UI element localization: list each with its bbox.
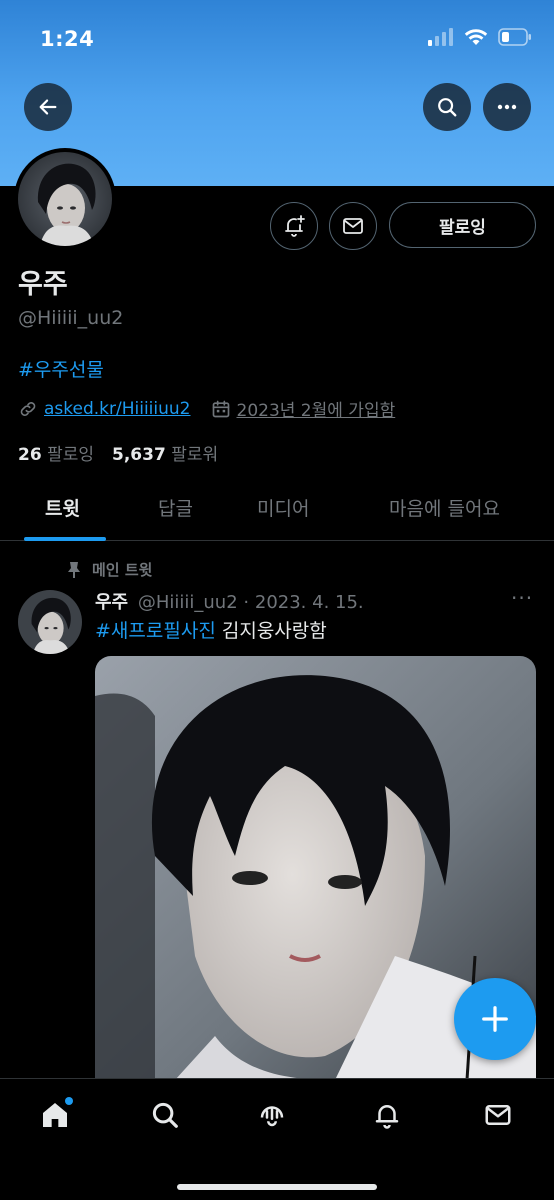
- profile-meta: asked.kr/Hiiiiiuu2 2023년 2월에 가입함: [18, 396, 395, 421]
- pinned-label: 메인 트윗: [92, 561, 153, 579]
- status-bar: 1:24: [0, 0, 554, 80]
- notification-subscribe-button[interactable]: [270, 202, 318, 250]
- bio-hashtag[interactable]: #우주선물: [18, 355, 104, 382]
- nav-spaces[interactable]: [252, 1095, 292, 1135]
- plus-icon: [482, 1006, 508, 1032]
- tab-replies[interactable]: 답글: [158, 494, 193, 521]
- bell-plus-icon: [285, 215, 305, 237]
- search-icon: [152, 1102, 178, 1128]
- home-notification-dot: [65, 1097, 73, 1105]
- spaces-icon: [260, 1106, 284, 1127]
- following-button[interactable]: 팔로잉: [389, 202, 536, 248]
- calendar-icon: [212, 400, 229, 417]
- tab-likes[interactable]: 마음에 들어요: [389, 494, 500, 521]
- follow-stats: 26 팔로잉 5,637 팔로워: [18, 440, 218, 465]
- followers-stat[interactable]: 5,637 팔로워: [112, 440, 218, 465]
- pin-icon: [68, 561, 80, 578]
- status-icons: [428, 28, 532, 46]
- back-arrow-icon: [39, 99, 57, 115]
- envelope-icon: [485, 1105, 511, 1125]
- followers-label: 팔로워: [171, 445, 219, 465]
- more-icon: [497, 104, 517, 110]
- nav-home[interactable]: [35, 1095, 75, 1135]
- pinned-indicator: 메인 트윗: [66, 559, 152, 580]
- direct-message-button[interactable]: [329, 202, 377, 250]
- envelope-icon: [343, 218, 363, 234]
- tweet-separator: ·: [243, 592, 250, 613]
- nav-notifications[interactable]: [367, 1095, 407, 1135]
- following-count: 26: [18, 445, 42, 465]
- search-icon: [438, 98, 457, 117]
- battery-icon: [498, 28, 531, 46]
- tab-media[interactable]: 미디어: [257, 494, 309, 521]
- status-time: 1:24: [40, 27, 95, 51]
- tweet-header: 우주 @Hiiiii_uu2 · 2023. 4. 15.: [95, 588, 364, 614]
- avatar-image: [18, 152, 112, 246]
- nav-search[interactable]: [145, 1095, 185, 1135]
- tweet-author-name[interactable]: 우주: [95, 592, 128, 613]
- cellular-signal-icon: [428, 28, 453, 46]
- tweet-hashtag[interactable]: #새프로필사진: [95, 620, 216, 642]
- bell-icon: [375, 1105, 399, 1129]
- link-icon: [20, 401, 36, 416]
- nav-messages[interactable]: [478, 1095, 518, 1135]
- tweet-more-button[interactable]: ···: [511, 586, 533, 610]
- tweet-author-handle[interactable]: @Hiiiii_uu2: [138, 592, 238, 613]
- home-indicator[interactable]: [177, 1184, 377, 1190]
- bottom-navigation: [0, 1078, 554, 1200]
- tweet-body: 김지웅사랑함: [221, 620, 327, 642]
- tweet-date[interactable]: 2023. 4. 15.: [255, 592, 364, 613]
- active-tab-indicator: [24, 537, 106, 541]
- following-stat[interactable]: 26 팔로잉: [18, 440, 94, 465]
- back-button[interactable]: [24, 83, 72, 131]
- user-handle: @Hiiiii_uu2: [18, 307, 124, 329]
- display-name: 우주: [18, 269, 68, 300]
- profile-tabs: 트윗 답글 미디어 마음에 들어요: [0, 486, 554, 541]
- tweet-author-avatar[interactable]: [18, 590, 82, 654]
- tweet-text: #새프로필사진 김지웅사랑함: [95, 616, 327, 643]
- tab-tweets[interactable]: 트윗: [45, 494, 80, 521]
- profile-link[interactable]: asked.kr/Hiiiiiuu2: [44, 399, 191, 419]
- search-button[interactable]: [423, 83, 471, 131]
- compose-tweet-button[interactable]: [454, 978, 536, 1060]
- followers-count: 5,637: [112, 445, 166, 465]
- more-button[interactable]: [483, 83, 531, 131]
- following-label: 팔로잉: [47, 445, 94, 465]
- profile-avatar[interactable]: [14, 148, 116, 250]
- joined-date: 2023년 2월에 가입함: [236, 401, 396, 421]
- wifi-icon: [464, 29, 488, 45]
